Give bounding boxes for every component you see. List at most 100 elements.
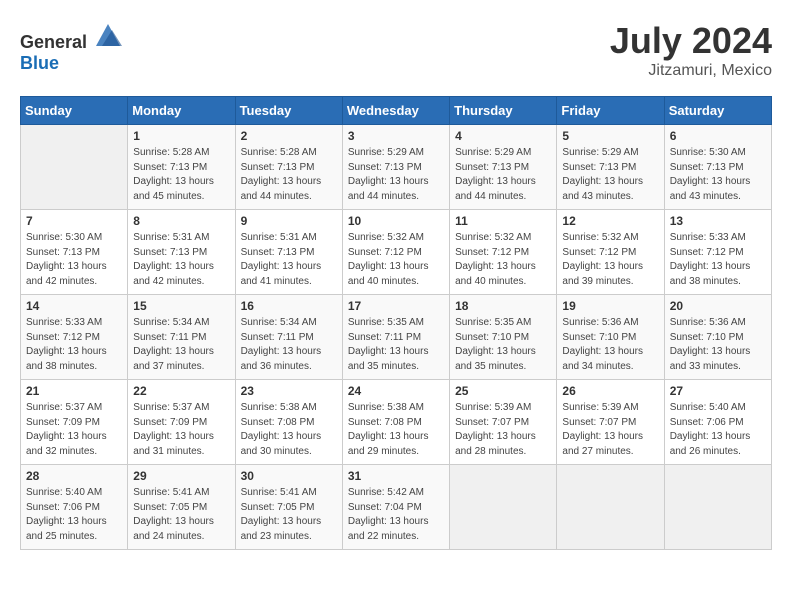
calendar-cell: 7 Sunrise: 5:30 AMSunset: 7:13 PMDaylight… bbox=[21, 210, 128, 295]
calendar-cell: 25Sunrise: 5:39 AMSunset: 7:07 PMDayligh… bbox=[450, 380, 557, 465]
day-info: Sunrise: 5:40 AMSunset: 7:06 PMDaylight:… bbox=[670, 401, 766, 459]
day-number: 22 bbox=[133, 384, 229, 398]
day-number: 5 bbox=[562, 129, 658, 143]
calendar-cell: 19Sunrise: 5:36 AMSunset: 7:10 PMDayligh… bbox=[557, 295, 664, 380]
logo: General Blue bbox=[20, 20, 122, 74]
month-year-title: July 2024 bbox=[610, 20, 772, 62]
day-info: Sunrise: 5:36 AMSunset: 7:10 PMDaylight:… bbox=[562, 316, 658, 374]
day-info: Sunrise: 5:31 AMSunset: 7:13 PMDaylight:… bbox=[133, 231, 229, 289]
day-number: 3 bbox=[348, 129, 444, 143]
day-number: 7 bbox=[26, 214, 122, 228]
calendar-cell: 9Sunrise: 5:31 AMSunset: 7:13 PMDaylight… bbox=[235, 210, 342, 295]
calendar-week-3: 14Sunrise: 5:33 AMSunset: 7:12 PMDayligh… bbox=[21, 295, 772, 380]
calendar-cell bbox=[450, 465, 557, 550]
day-info: Sunrise: 5:29 AMSunset: 7:13 PMDaylight:… bbox=[348, 146, 444, 204]
calendar-cell: 15 Sunrise: 5:34 AMSunset: 7:11 PMDayligh… bbox=[128, 295, 235, 380]
col-header-friday: Friday bbox=[557, 97, 664, 125]
logo-icon bbox=[94, 20, 122, 48]
day-info: Sunrise: 5:34 AMSunset: 7:11 PMDaylight:… bbox=[133, 316, 229, 374]
day-info: Sunrise: 5:42 AMSunset: 7:04 PMDaylight:… bbox=[348, 486, 444, 544]
day-number: 30 bbox=[241, 469, 337, 483]
calendar-cell: 14Sunrise: 5:33 AMSunset: 7:12 PMDayligh… bbox=[21, 295, 128, 380]
logo-general: General bbox=[20, 32, 87, 52]
calendar-cell: 29 Sunrise: 5:41 AMSunset: 7:05 PMDayligh… bbox=[128, 465, 235, 550]
day-info: Sunrise: 5:29 AMSunset: 7:13 PMDaylight:… bbox=[562, 146, 658, 204]
calendar-cell: 26Sunrise: 5:39 AMSunset: 7:07 PMDayligh… bbox=[557, 380, 664, 465]
day-number: 28 bbox=[26, 469, 122, 483]
day-number: 26 bbox=[562, 384, 658, 398]
calendar-week-2: 7 Sunrise: 5:30 AMSunset: 7:13 PMDaylight… bbox=[21, 210, 772, 295]
day-info: Sunrise: 5:29 AMSunset: 7:13 PMDaylight:… bbox=[455, 146, 551, 204]
calendar-cell: 31 Sunrise: 5:42 AMSunset: 7:04 PMDayligh… bbox=[342, 465, 449, 550]
day-number: 24 bbox=[348, 384, 444, 398]
title-block: July 2024 Jitzamuri, Mexico bbox=[610, 20, 772, 80]
day-info: Sunrise: 5:35 AMSunset: 7:11 PMDaylight:… bbox=[348, 316, 444, 374]
calendar-cell: 12 Sunrise: 5:32 AMSunset: 7:12 PMDayligh… bbox=[557, 210, 664, 295]
calendar-week-4: 21 Sunrise: 5:37 AMSunset: 7:09 PMDayligh… bbox=[21, 380, 772, 465]
day-info: Sunrise: 5:31 AMSunset: 7:13 PMDaylight:… bbox=[241, 231, 337, 289]
header-row: SundayMondayTuesdayWednesdayThursdayFrid… bbox=[21, 97, 772, 125]
day-info: Sunrise: 5:41 AMSunset: 7:05 PMDaylight:… bbox=[241, 486, 337, 544]
day-info: Sunrise: 5:34 AMSunset: 7:11 PMDaylight:… bbox=[241, 316, 337, 374]
day-info: Sunrise: 5:36 AMSunset: 7:10 PMDaylight:… bbox=[670, 316, 766, 374]
day-info: Sunrise: 5:28 AMSunset: 7:13 PMDaylight:… bbox=[241, 146, 337, 204]
col-header-sunday: Sunday bbox=[21, 97, 128, 125]
location-subtitle: Jitzamuri, Mexico bbox=[610, 62, 772, 80]
calendar-week-5: 28 Sunrise: 5:40 AMSunset: 7:06 PMDayligh… bbox=[21, 465, 772, 550]
day-info: Sunrise: 5:35 AMSunset: 7:10 PMDaylight:… bbox=[455, 316, 551, 374]
calendar-cell: 30 Sunrise: 5:41 AMSunset: 7:05 PMDayligh… bbox=[235, 465, 342, 550]
day-number: 15 bbox=[133, 299, 229, 313]
day-number: 12 bbox=[562, 214, 658, 228]
day-info: Sunrise: 5:33 AMSunset: 7:12 PMDaylight:… bbox=[26, 316, 122, 374]
logo-blue: Blue bbox=[20, 53, 59, 73]
calendar-cell: 18 Sunrise: 5:35 AMSunset: 7:10 PMDayligh… bbox=[450, 295, 557, 380]
day-info: Sunrise: 5:32 AMSunset: 7:12 PMDaylight:… bbox=[455, 231, 551, 289]
calendar-cell: 23 Sunrise: 5:38 AMSunset: 7:08 PMDayligh… bbox=[235, 380, 342, 465]
day-info: Sunrise: 5:41 AMSunset: 7:05 PMDaylight:… bbox=[133, 486, 229, 544]
calendar-cell: 5 Sunrise: 5:29 AMSunset: 7:13 PMDaylight… bbox=[557, 125, 664, 210]
day-info: Sunrise: 5:30 AMSunset: 7:13 PMDaylight:… bbox=[26, 231, 122, 289]
calendar-cell bbox=[664, 465, 771, 550]
day-number: 4 bbox=[455, 129, 551, 143]
logo-text: General Blue bbox=[20, 20, 122, 74]
day-number: 23 bbox=[241, 384, 337, 398]
calendar-cell: 20 Sunrise: 5:36 AMSunset: 7:10 PMDayligh… bbox=[664, 295, 771, 380]
day-info: Sunrise: 5:33 AMSunset: 7:12 PMDaylight:… bbox=[670, 231, 766, 289]
calendar-cell: 1 Sunrise: 5:28 AMSunset: 7:13 PMDaylight… bbox=[128, 125, 235, 210]
calendar-cell: 2Sunrise: 5:28 AMSunset: 7:13 PMDaylight… bbox=[235, 125, 342, 210]
day-number: 27 bbox=[670, 384, 766, 398]
page-header: General Blue July 2024 Jitzamuri, Mexico bbox=[20, 20, 772, 80]
day-number: 31 bbox=[348, 469, 444, 483]
day-info: Sunrise: 5:30 AMSunset: 7:13 PMDaylight:… bbox=[670, 146, 766, 204]
day-number: 20 bbox=[670, 299, 766, 313]
day-info: Sunrise: 5:37 AMSunset: 7:09 PMDaylight:… bbox=[26, 401, 122, 459]
calendar-cell: 3 Sunrise: 5:29 AMSunset: 7:13 PMDaylight… bbox=[342, 125, 449, 210]
calendar-cell: 28 Sunrise: 5:40 AMSunset: 7:06 PMDayligh… bbox=[21, 465, 128, 550]
day-number: 6 bbox=[670, 129, 766, 143]
day-number: 1 bbox=[133, 129, 229, 143]
col-header-thursday: Thursday bbox=[450, 97, 557, 125]
calendar-cell bbox=[557, 465, 664, 550]
day-number: 25 bbox=[455, 384, 551, 398]
day-info: Sunrise: 5:28 AMSunset: 7:13 PMDaylight:… bbox=[133, 146, 229, 204]
calendar-cell: 21 Sunrise: 5:37 AMSunset: 7:09 PMDayligh… bbox=[21, 380, 128, 465]
day-number: 8 bbox=[133, 214, 229, 228]
day-info: Sunrise: 5:37 AMSunset: 7:09 PMDaylight:… bbox=[133, 401, 229, 459]
calendar-cell: 8 Sunrise: 5:31 AMSunset: 7:13 PMDaylight… bbox=[128, 210, 235, 295]
day-info: Sunrise: 5:38 AMSunset: 7:08 PMDaylight:… bbox=[241, 401, 337, 459]
calendar-cell: 6 Sunrise: 5:30 AMSunset: 7:13 PMDaylight… bbox=[664, 125, 771, 210]
day-number: 11 bbox=[455, 214, 551, 228]
day-number: 29 bbox=[133, 469, 229, 483]
day-info: Sunrise: 5:40 AMSunset: 7:06 PMDaylight:… bbox=[26, 486, 122, 544]
calendar-cell: 11 Sunrise: 5:32 AMSunset: 7:12 PMDayligh… bbox=[450, 210, 557, 295]
calendar-week-1: 1 Sunrise: 5:28 AMSunset: 7:13 PMDaylight… bbox=[21, 125, 772, 210]
day-info: Sunrise: 5:32 AMSunset: 7:12 PMDaylight:… bbox=[562, 231, 658, 289]
calendar-cell bbox=[21, 125, 128, 210]
day-number: 17 bbox=[348, 299, 444, 313]
day-number: 18 bbox=[455, 299, 551, 313]
col-header-wednesday: Wednesday bbox=[342, 97, 449, 125]
day-number: 21 bbox=[26, 384, 122, 398]
day-number: 10 bbox=[348, 214, 444, 228]
col-header-saturday: Saturday bbox=[664, 97, 771, 125]
calendar-cell: 22 Sunrise: 5:37 AMSunset: 7:09 PMDayligh… bbox=[128, 380, 235, 465]
